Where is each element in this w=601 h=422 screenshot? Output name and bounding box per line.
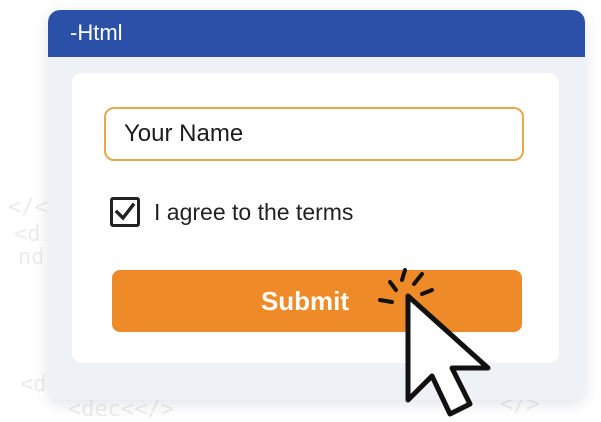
terms-label: I agree to the terms (154, 198, 354, 225)
window-title: -Html (70, 20, 123, 45)
terms-checkbox[interactable] (110, 197, 140, 227)
background-code-decoration: <dec<</> (68, 397, 174, 422)
mouse-pointer-icon (378, 268, 491, 417)
background-code-decoration: <d (14, 222, 41, 247)
background-code-decoration: nd (18, 245, 45, 270)
window-titlebar: -Html (48, 10, 585, 57)
name-input[interactable] (104, 107, 524, 161)
terms-row: I agree to the terms (110, 193, 353, 231)
checkmark-icon (114, 202, 136, 221)
background-code-decoration: </< (8, 195, 48, 220)
